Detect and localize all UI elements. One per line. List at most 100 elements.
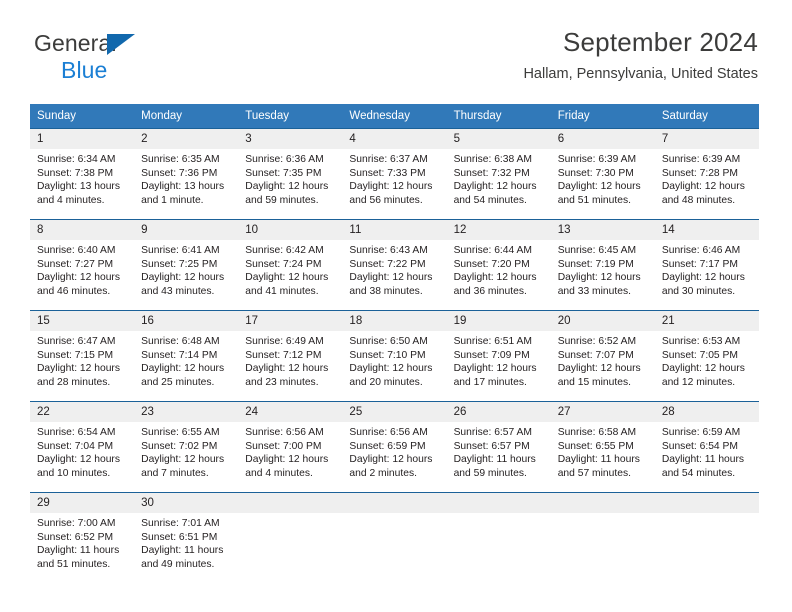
day-cell[interactable]: 17 Sunrise: 6:49 AM Sunset: 7:12 PM Dayligh…: [238, 311, 343, 401]
day-cell[interactable]: 20 Sunrise: 6:52 AM Sunset: 7:07 PM Dayligh…: [550, 311, 655, 401]
day-cell[interactable]: 19 Sunrise: 6:51 AM Sunset: 7:09 PM Dayligh…: [446, 311, 551, 401]
day-details: [342, 513, 446, 517]
sunrise-text: Sunrise: 6:43 AM: [349, 245, 428, 256]
sunrise-text: Sunrise: 6:50 AM: [349, 336, 428, 347]
daylight-text-line2: and 49 minutes.: [141, 558, 215, 570]
day-cell[interactable]: 7 Sunrise: 6:39 AM Sunset: 7:28 PM Daylight…: [654, 129, 759, 219]
day-number: 2: [134, 129, 239, 149]
day-details: Sunrise: 6:41 AM Sunset: 7:25 PM Daylight:…: [134, 240, 238, 298]
day-cell[interactable]: 21 Sunrise: 6:53 AM Sunset: 7:05 PM Dayligh…: [654, 311, 759, 401]
sunset-text: Sunset: 7:00 PM: [245, 440, 322, 452]
daylight-text-line2: and 23 minutes.: [245, 376, 319, 388]
day-cell[interactable]: 22 Sunrise: 6:54 AM Sunset: 7:04 PM Dayligh…: [30, 402, 135, 492]
day-details: Sunrise: 6:39 AM Sunset: 7:28 PM Daylight:…: [655, 149, 759, 207]
daylight-text-line1: Daylight: 12 hours: [37, 363, 120, 375]
sunset-text: Sunset: 7:38 PM: [37, 167, 114, 179]
sunrise-text: Sunrise: 7:00 AM: [37, 518, 116, 529]
day-details: Sunrise: 6:54 AM Sunset: 7:04 PM Daylight:…: [30, 422, 134, 480]
day-cell[interactable]: 12 Sunrise: 6:44 AM Sunset: 7:20 PM Dayligh…: [446, 220, 551, 310]
sunset-text: Sunset: 7:05 PM: [661, 349, 738, 361]
day-cell[interactable]: 11 Sunrise: 6:43 AM Sunset: 7:22 PM Dayligh…: [342, 220, 447, 310]
day-cell[interactable]: 24 Sunrise: 6:56 AM Sunset: 7:00 PM Dayligh…: [238, 402, 343, 492]
day-details: Sunrise: 6:58 AM Sunset: 6:55 PM Daylight:…: [551, 422, 655, 480]
day-cell[interactable]: 10 Sunrise: 6:42 AM Sunset: 7:24 PM Dayligh…: [238, 220, 343, 310]
day-cell[interactable]: 15 Sunrise: 6:47 AM Sunset: 7:15 PM Dayligh…: [30, 311, 135, 401]
daylight-text-line2: and 17 minutes.: [453, 376, 527, 388]
daylight-text-line1: Daylight: 13 hours: [141, 181, 225, 193]
sunset-text: Sunset: 6:54 PM: [661, 440, 738, 452]
daylight-text-line2: and 38 minutes.: [349, 285, 423, 297]
day-cell[interactable]: 16 Sunrise: 6:48 AM Sunset: 7:14 PM Dayligh…: [134, 311, 239, 401]
week-row: 1 Sunrise: 6:34 AM Sunset: 7:38 PM Daylight…: [30, 128, 759, 219]
daylight-text-line1: Daylight: 12 hours: [453, 181, 537, 193]
day-cell[interactable]: 29 Sunrise: 7:00 AM Sunset: 6:52 PM Dayligh…: [30, 493, 135, 577]
daylight-text-line2: and 12 minutes.: [661, 376, 736, 388]
sunset-text: Sunset: 7:24 PM: [245, 258, 322, 270]
day-cell[interactable]: 1 Sunrise: 6:34 AM Sunset: 7:38 PM Daylight…: [30, 129, 135, 219]
daylight-text-line2: and 7 minutes.: [141, 467, 209, 479]
day-cell[interactable]: 2 Sunrise: 6:35 AM Sunset: 7:36 PM Daylight…: [134, 129, 239, 219]
sunset-text: Sunset: 7:19 PM: [557, 258, 634, 270]
daylight-text-line2: and 57 minutes.: [557, 467, 631, 479]
sunset-text: Sunset: 7:20 PM: [453, 258, 530, 270]
daylight-text-line1: Daylight: 12 hours: [661, 363, 745, 375]
sunrise-text: Sunrise: 6:40 AM: [37, 245, 116, 256]
day-cell[interactable]: 5 Sunrise: 6:38 AM Sunset: 7:32 PM Daylight…: [446, 129, 551, 219]
day-number: 24: [238, 402, 343, 422]
day-number: 5: [446, 129, 551, 149]
day-details: Sunrise: 6:40 AM Sunset: 7:27 PM Daylight:…: [30, 240, 134, 298]
day-number: 4: [342, 129, 447, 149]
day-cell[interactable]: 18 Sunrise: 6:50 AM Sunset: 7:10 PM Dayligh…: [342, 311, 447, 401]
day-cell[interactable]: 27 Sunrise: 6:58 AM Sunset: 6:55 PM Dayligh…: [550, 402, 655, 492]
day-cell[interactable]: 14 Sunrise: 6:46 AM Sunset: 7:17 PM Dayligh…: [654, 220, 759, 310]
triangle-icon: [107, 34, 135, 55]
day-number: 11: [342, 220, 447, 240]
sunset-text: Sunset: 6:59 PM: [349, 440, 426, 452]
day-cell[interactable]: 4 Sunrise: 6:37 AM Sunset: 7:33 PM Daylight…: [342, 129, 447, 219]
day-number: 28: [654, 402, 759, 422]
day-details: Sunrise: 6:46 AM Sunset: 7:17 PM Daylight:…: [655, 240, 759, 298]
day-details: Sunrise: 6:52 AM Sunset: 7:07 PM Daylight:…: [551, 331, 655, 389]
sunrise-text: Sunrise: 6:47 AM: [37, 336, 116, 347]
daylight-text-line2: and 1 minute.: [141, 194, 204, 206]
day-cell[interactable]: 26 Sunrise: 6:57 AM Sunset: 6:57 PM Dayligh…: [446, 402, 551, 492]
daylight-text-line2: and 10 minutes.: [37, 467, 111, 479]
day-cell[interactable]: 30 Sunrise: 7:01 AM Sunset: 6:51 PM Dayligh…: [134, 493, 239, 577]
day-details: Sunrise: 6:45 AM Sunset: 7:19 PM Daylight:…: [551, 240, 655, 298]
sunrise-text: Sunrise: 6:38 AM: [453, 154, 532, 165]
day-cell[interactable]: 8 Sunrise: 6:40 AM Sunset: 7:27 PM Daylight…: [30, 220, 135, 310]
day-details: Sunrise: 6:37 AM Sunset: 7:33 PM Daylight:…: [342, 149, 446, 207]
day-details: [238, 513, 342, 517]
day-cell[interactable]: 9 Sunrise: 6:41 AM Sunset: 7:25 PM Daylight…: [134, 220, 239, 310]
daylight-text-line2: and 2 minutes.: [349, 467, 417, 479]
daylight-text-line1: Daylight: 12 hours: [245, 454, 329, 466]
daylight-text-line1: Daylight: 12 hours: [349, 181, 433, 193]
page-title: September 2024: [562, 27, 758, 57]
day-number: 26: [446, 402, 551, 422]
sunset-text: Sunset: 7:07 PM: [557, 349, 634, 361]
daylight-text-line1: Daylight: 11 hours: [141, 545, 224, 557]
day-number: [550, 493, 655, 513]
general-blue-logo[interactable]: General Blue: [34, 32, 154, 88]
day-cell[interactable]: 6 Sunrise: 6:39 AM Sunset: 7:30 PM Daylight…: [550, 129, 655, 219]
day-cell[interactable]: 13 Sunrise: 6:45 AM Sunset: 7:19 PM Dayligh…: [550, 220, 655, 310]
daylight-text-line1: Daylight: 11 hours: [37, 545, 120, 557]
sunrise-text: Sunrise: 6:57 AM: [453, 427, 532, 438]
daylight-text-line2: and 33 minutes.: [557, 285, 631, 297]
day-cell[interactable]: 3 Sunrise: 6:36 AM Sunset: 7:35 PM Daylight…: [238, 129, 343, 219]
sunset-text: Sunset: 7:22 PM: [349, 258, 426, 270]
sunset-text: Sunset: 7:09 PM: [453, 349, 530, 361]
day-details: Sunrise: 6:36 AM Sunset: 7:35 PM Daylight:…: [238, 149, 342, 207]
day-number: 19: [446, 311, 551, 331]
sunset-text: Sunset: 7:10 PM: [349, 349, 426, 361]
day-details: Sunrise: 6:49 AM Sunset: 7:12 PM Daylight:…: [238, 331, 342, 389]
daylight-text-line2: and 48 minutes.: [661, 194, 736, 206]
logo-blue-label: Blue: [61, 57, 108, 83]
day-details: Sunrise: 6:47 AM Sunset: 7:15 PM Daylight:…: [30, 331, 134, 389]
day-details: Sunrise: 6:55 AM Sunset: 7:02 PM Daylight:…: [134, 422, 238, 480]
day-cell[interactable]: 28 Sunrise: 6:59 AM Sunset: 6:54 PM Dayligh…: [654, 402, 759, 492]
day-cell[interactable]: 25 Sunrise: 6:56 AM Sunset: 6:59 PM Dayligh…: [342, 402, 447, 492]
day-cell-empty: [446, 493, 551, 577]
day-details: Sunrise: 6:57 AM Sunset: 6:57 PM Daylight:…: [447, 422, 551, 480]
day-cell[interactable]: 23 Sunrise: 6:55 AM Sunset: 7:02 PM Dayligh…: [134, 402, 239, 492]
